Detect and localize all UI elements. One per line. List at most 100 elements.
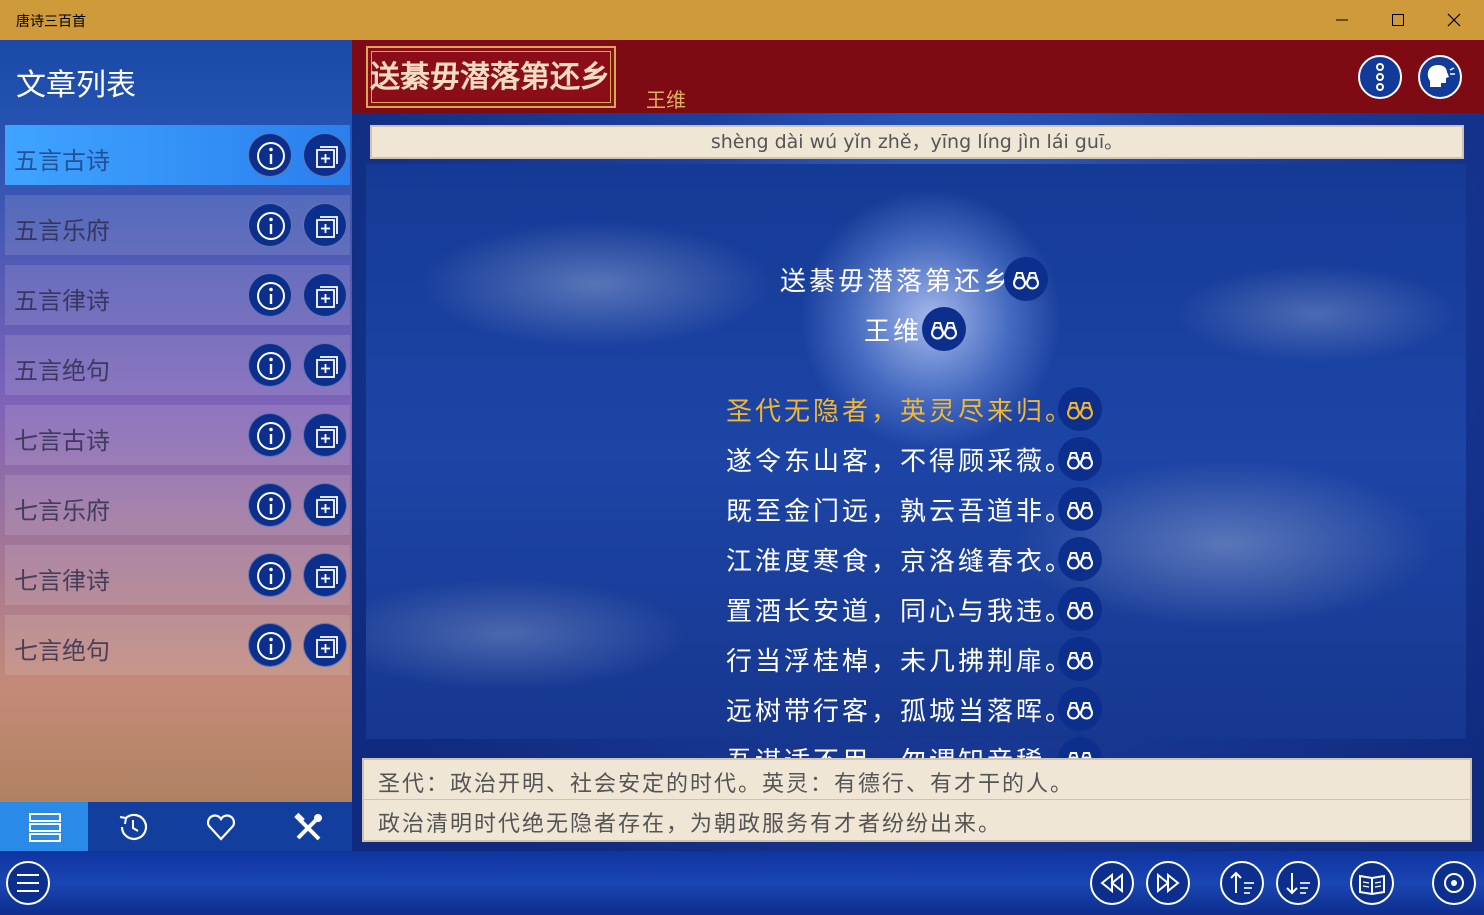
category-label: 五言乐府 [14, 217, 110, 245]
binoculars-icon [1067, 452, 1093, 470]
maximize-button[interactable] [1370, 0, 1426, 40]
category-add-button[interactable] [303, 553, 347, 597]
poem-title: 送綦毋潜落第还乡 [780, 267, 1013, 297]
category-info-button[interactable] [248, 203, 292, 247]
add-to-collection-icon [316, 566, 338, 588]
category-item[interactable]: 七言乐府 [5, 475, 350, 535]
category-item[interactable]: 七言绝句 [5, 615, 350, 675]
category-add-button[interactable] [303, 343, 347, 387]
line-lookup-button[interactable] [1058, 587, 1102, 631]
previous-poem-button[interactable] [1090, 861, 1134, 905]
article-list-pane: 文章列表 五言古诗 五言乐府 五言律诗 五言绝句 七言古诗 七言乐府 七言律诗 七言绝句 [0, 40, 352, 851]
category-info-button[interactable] [248, 413, 292, 457]
tab-list[interactable] [0, 802, 88, 851]
menu-button[interactable] [6, 861, 50, 905]
help-button[interactable] [1432, 861, 1476, 905]
category-item[interactable]: 七言律诗 [5, 545, 350, 605]
category-label: 七言律诗 [14, 567, 110, 595]
line-lookup-button[interactable] [1058, 637, 1102, 681]
category-info-button[interactable] [248, 133, 292, 177]
add-to-collection-icon [316, 636, 338, 658]
info-icon [257, 422, 285, 450]
category-label: 七言绝句 [14, 637, 110, 665]
info-icon [257, 562, 285, 590]
poem-line[interactable]: 既至金门远，孰云吾道非。 [726, 491, 1074, 528]
tab-tools[interactable] [264, 802, 352, 851]
category-add-button[interactable] [303, 273, 347, 317]
binoculars-icon [1067, 702, 1093, 720]
more-button[interactable] [1358, 55, 1402, 99]
category-item[interactable]: 五言律诗 [5, 265, 350, 325]
info-icon [257, 632, 285, 660]
hamburger-menu-icon [17, 874, 39, 892]
tools-icon [294, 812, 322, 841]
close-icon [1447, 13, 1461, 27]
tab-history[interactable] [88, 802, 176, 851]
category-item[interactable]: 五言乐府 [5, 195, 350, 255]
heart-icon [206, 814, 236, 841]
category-info-button[interactable] [248, 273, 292, 317]
category-label: 五言绝句 [14, 357, 110, 385]
category-item[interactable]: 七言古诗 [5, 405, 350, 465]
poem-header: 送綦毋潜落第还乡 王维 [352, 40, 1484, 113]
window-titlebar: 唐诗三百首 [0, 0, 1484, 40]
poem-line[interactable]: 行当浮桂棹，未几拂荆扉。 [726, 641, 1074, 678]
add-to-collection-icon [316, 286, 338, 308]
title-lookup-button[interactable] [1004, 257, 1048, 301]
reading-mode-button[interactable] [1350, 861, 1394, 905]
add-to-collection-icon [316, 146, 338, 168]
list-icon [29, 813, 61, 842]
pinyin-bar: shèng dài wú yǐn zhě，yīng líng jìn lái g… [370, 125, 1464, 159]
info-icon [257, 282, 285, 310]
category-info-button[interactable] [248, 483, 292, 527]
category-add-button[interactable] [303, 203, 347, 247]
category-add-button[interactable] [303, 623, 347, 667]
category-item[interactable]: 五言古诗 [5, 125, 350, 185]
category-info-button[interactable] [248, 343, 292, 387]
poem-line[interactable]: 远树带行客，孤城当落晖。 [726, 691, 1074, 728]
author-lookup-button[interactable] [922, 307, 966, 351]
category-info-button[interactable] [248, 623, 292, 667]
category-add-button[interactable] [303, 483, 347, 527]
line-lookup-button[interactable] [1058, 537, 1102, 581]
poem-line[interactable]: 江淮度寒食，京洛缝春衣。 [726, 541, 1074, 578]
sort-up-icon [1230, 871, 1254, 894]
binoculars-icon [1067, 602, 1093, 620]
category-add-button[interactable] [303, 413, 347, 457]
category-label: 七言乐府 [14, 497, 110, 525]
category-info-button[interactable] [248, 553, 292, 597]
tab-favorites[interactable] [176, 802, 264, 851]
add-to-collection-icon [316, 216, 338, 238]
poem-line[interactable]: 遂令东山客，不得顾采薇。 [726, 441, 1074, 478]
next-poem-button[interactable] [1146, 861, 1190, 905]
note-annotation: 圣代：政治开明、社会安定的时代。英灵：有德行、有才干的人。 [378, 772, 1075, 797]
rewind-icon [1100, 872, 1123, 894]
sort-down-icon [1286, 873, 1310, 895]
window-title: 唐诗三百首 [16, 14, 86, 30]
binoculars-icon [1067, 502, 1093, 520]
minimize-icon [1336, 19, 1348, 21]
line-lookup-button[interactable] [1058, 437, 1102, 481]
read-aloud-button[interactable] [1418, 55, 1462, 99]
poem-text-area: 送綦毋潜落第还乡 王维 圣代无隐者，英灵尽来归。 遂令东山客，不得顾采薇。 既至金门… [366, 164, 1466, 781]
category-add-button[interactable] [303, 133, 347, 177]
line-lookup-button[interactable] [1058, 687, 1102, 731]
poem-line[interactable]: 圣代无隐者，英灵尽来归。 [726, 391, 1074, 428]
category-item[interactable]: 五言绝句 [5, 335, 350, 395]
line-lookup-button[interactable] [1058, 487, 1102, 531]
sidebar-tabbar [0, 802, 352, 851]
close-button[interactable] [1426, 0, 1482, 40]
line-lookup-button[interactable] [1058, 387, 1102, 431]
poem-line[interactable]: 置酒长安道，同心与我违。 [726, 591, 1074, 628]
header-poem-author: 王维 [646, 88, 686, 112]
more-vertical-icon [1376, 63, 1384, 91]
sort-descending-button[interactable] [1276, 861, 1320, 905]
note-translation: 政治清明时代绝无隐者存在，为朝政服务有才者纷纷出来。 [378, 812, 1003, 837]
fast-forward-icon [1157, 872, 1180, 894]
notes-divider [364, 799, 1470, 800]
sort-ascending-button[interactable] [1220, 861, 1264, 905]
info-icon [257, 352, 285, 380]
info-icon [257, 212, 285, 240]
minimize-button[interactable] [1314, 0, 1370, 40]
notes-panel: 圣代：政治开明、社会安定的时代。英灵：有德行、有才干的人。 政治清明时代绝无隐者… [362, 758, 1472, 842]
